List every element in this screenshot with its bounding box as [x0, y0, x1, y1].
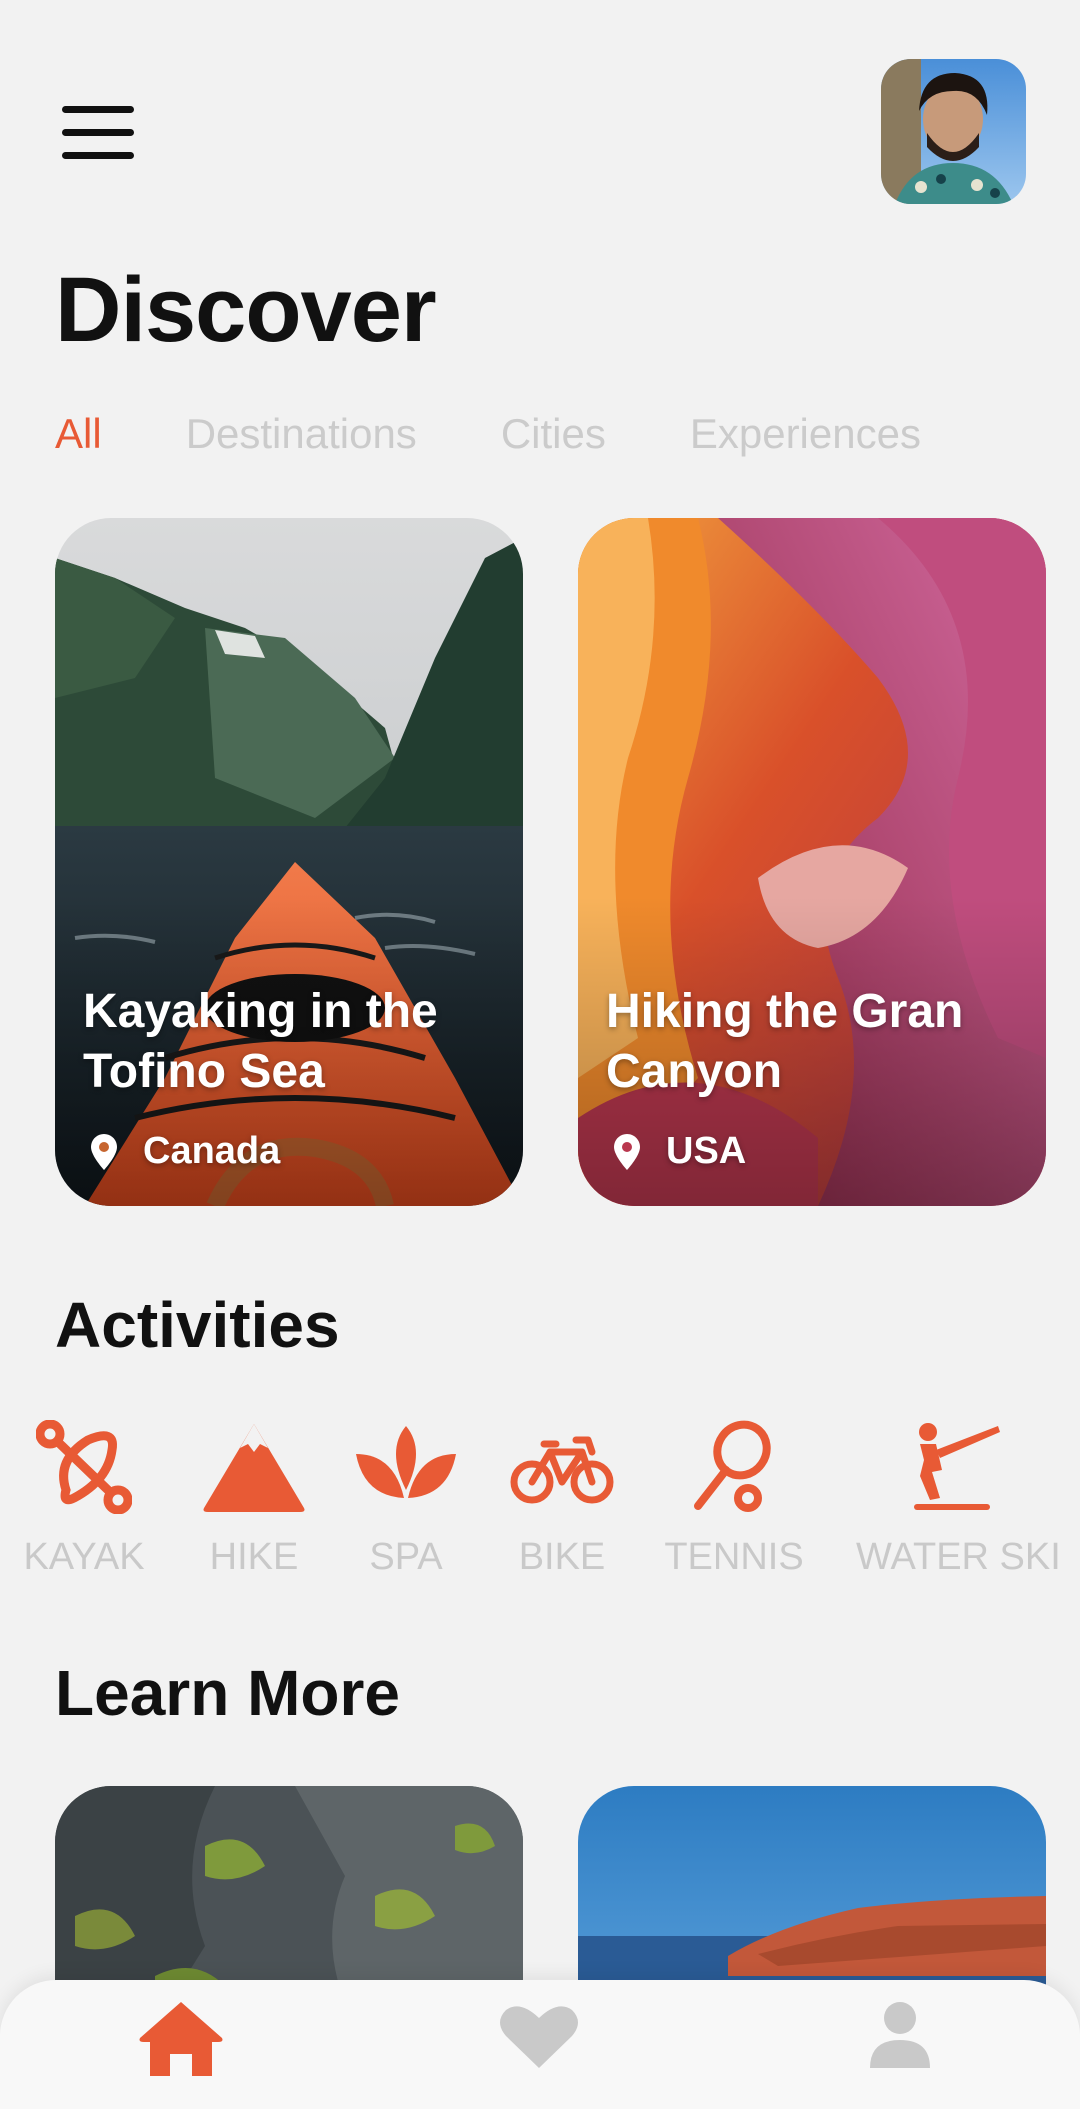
tennis-racket-icon: [694, 1420, 771, 1512]
mountain-icon: [203, 1424, 305, 1512]
activity-label: WATER SKI: [856, 1536, 1061, 1578]
nav-profile[interactable]: [868, 2000, 932, 2073]
avatar[interactable]: [881, 59, 1026, 204]
activity-bike[interactable]: BIKE: [508, 1420, 616, 1579]
activity-label: KAYAK: [23, 1536, 145, 1578]
category-tabs: All Destinations Cities Experiences: [55, 410, 921, 458]
kayak-photo: [55, 518, 523, 1206]
discover-screen: Discover All Destinations Cities Experie…: [0, 0, 1080, 2109]
card-location: Canada: [91, 1130, 280, 1173]
tab-destinations[interactable]: Destinations: [186, 410, 417, 458]
activities-title: Activities: [55, 1289, 340, 1361]
home-icon: [139, 2002, 223, 2076]
tab-all[interactable]: All: [55, 410, 102, 458]
activity-spa[interactable]: SPA: [352, 1420, 460, 1579]
bottom-navigation: [0, 1980, 1080, 2109]
activity-label: SPA: [369, 1536, 443, 1578]
activity-label: BIKE: [518, 1536, 606, 1578]
lotus-icon: [356, 1426, 456, 1498]
location-label: Canada: [143, 1130, 281, 1172]
hamburger-menu-icon[interactable]: [56, 100, 140, 168]
activity-kayak[interactable]: KAYAK: [20, 1420, 148, 1579]
nav-favorites[interactable]: [498, 2004, 580, 2075]
activity-hike[interactable]: HIKE: [200, 1420, 308, 1579]
page-title: Discover: [55, 259, 437, 361]
activity-label: HIKE: [209, 1536, 299, 1578]
card-location: USA: [614, 1130, 746, 1173]
water-ski-icon: [914, 1423, 1000, 1510]
destination-card-kayaking[interactable]: Kayaking in the Tofino Sea Canada: [55, 518, 523, 1206]
tab-experiences[interactable]: Experiences: [690, 410, 921, 458]
canyon-photo: [578, 518, 1046, 1206]
destination-card-canyon[interactable]: Hiking the Gran Canyon USA: [578, 518, 1046, 1206]
heart-icon: [500, 2006, 578, 2068]
card-title: Kayaking in the Tofino Sea: [83, 985, 438, 1098]
location-label: USA: [666, 1130, 747, 1172]
bike-icon: [510, 1436, 614, 1504]
user-icon: [870, 2002, 930, 2068]
map-pin-icon: [614, 1133, 640, 1170]
activity-tennis[interactable]: TENNIS: [664, 1420, 804, 1579]
card-title: Hiking the Gran Canyon: [606, 985, 964, 1098]
map-pin-icon: [91, 1133, 117, 1170]
activity-water-ski[interactable]: WATER SKI: [856, 1420, 1061, 1579]
activity-label: TENNIS: [664, 1536, 804, 1578]
tab-cities[interactable]: Cities: [501, 410, 606, 458]
kayak-icon: [36, 1420, 132, 1514]
learn-more-title: Learn More: [55, 1657, 400, 1729]
nav-home[interactable]: [138, 2000, 224, 2083]
